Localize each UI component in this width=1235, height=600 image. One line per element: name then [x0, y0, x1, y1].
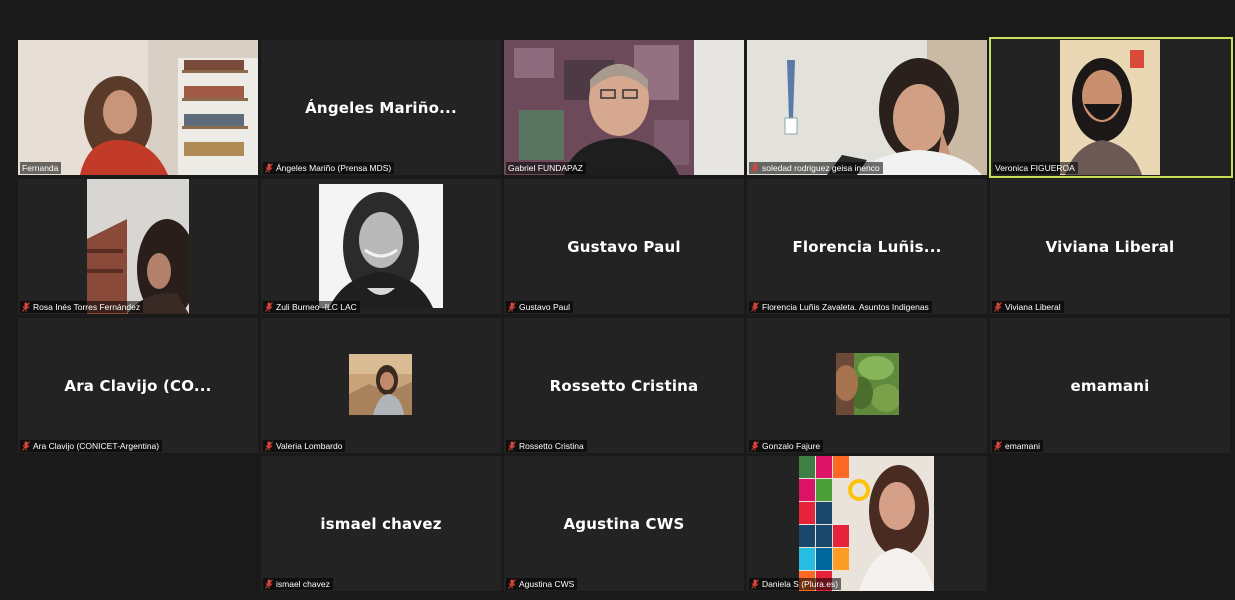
participant-tile[interactable]: Valeria Lombardo: [261, 318, 501, 453]
muted-mic-icon: [751, 302, 759, 312]
video-gallery-grid: Fernanda Ángeles Mariño... Ángeles Mariñ…: [0, 0, 1235, 600]
participant-name-label: ismael chavez: [263, 578, 333, 590]
participant-tile[interactable]: Viviana Liberal Viviana Liberal: [990, 179, 1230, 314]
participant-tile[interactable]: Fernanda: [18, 40, 258, 175]
participant-video-feed: [504, 40, 744, 175]
participant-name-label: Valeria Lombardo: [263, 440, 346, 452]
participant-name-label: Gonzalo Fajure: [749, 440, 824, 452]
muted-mic-icon: [508, 579, 516, 589]
participant-tile[interactable]: Gabriel FUNDAPAZ: [504, 40, 744, 175]
participant-display-name: Florencia Luñis...: [792, 237, 942, 256]
muted-mic-icon: [265, 302, 273, 312]
muted-mic-icon: [508, 302, 516, 312]
participant-display-name: Rossetto Cristina: [549, 376, 699, 395]
participant-video-feed: [747, 40, 987, 175]
participant-display-name: emamani: [1070, 376, 1150, 395]
participant-profile-photo: [319, 184, 443, 308]
participant-tile-active-speaker[interactable]: Veronica FIGUEROA: [989, 37, 1233, 178]
participant-tile[interactable]: Rosa Inés Torres Fernández: [18, 179, 258, 314]
participant-video-feed: [18, 40, 258, 175]
participant-name-label: Gustavo Paul: [506, 301, 574, 313]
participant-name-label: Fernanda: [20, 162, 62, 174]
participant-name-label: Veronica FIGUEROA: [993, 162, 1078, 174]
muted-mic-icon: [751, 441, 759, 451]
participant-display-name: ismael chavez: [320, 514, 442, 533]
participant-display-name: Ara Clavijo (CO...: [64, 376, 212, 395]
participant-tile[interactable]: Ángeles Mariño... Ángeles Mariño (Prensa…: [261, 40, 501, 175]
participant-tile[interactable]: Gonzalo Fajure: [747, 318, 987, 453]
participant-tile[interactable]: Daniela S (Plura.es): [747, 456, 987, 591]
muted-mic-icon: [22, 441, 30, 451]
participant-name-label: emamani: [992, 440, 1043, 452]
muted-mic-icon: [265, 163, 273, 173]
participant-name-label: Viviana Liberal: [992, 301, 1064, 313]
muted-mic-icon: [751, 579, 759, 589]
participant-name-label: Gabriel FUNDAPAZ: [506, 162, 586, 174]
muted-mic-icon: [751, 163, 759, 173]
participant-name-label: Zuli Burneo -ILC LAC: [263, 301, 360, 313]
participant-display-name: Ángeles Mariño...: [305, 98, 457, 117]
participant-tile[interactable]: Agustina CWS Agustina CWS: [504, 456, 744, 591]
participant-tile[interactable]: soledad rodriguez geisa inenco: [747, 40, 987, 175]
muted-mic-icon: [22, 302, 30, 312]
participant-display-name: Gustavo Paul: [567, 237, 681, 256]
participant-profile-photo: [799, 456, 934, 591]
participant-name-label: Ángeles Mariño (Prensa MDS): [263, 162, 395, 174]
participant-video-feed: [87, 179, 189, 314]
muted-mic-icon: [994, 441, 1002, 451]
participant-tile[interactable]: ismael chavez ismael chavez: [261, 456, 501, 591]
participant-tile[interactable]: Ara Clavijo (CO... Ara Clavijo (CONICET-…: [18, 318, 258, 453]
participant-tile[interactable]: Gustavo Paul Gustavo Paul: [504, 179, 744, 314]
participant-display-name: Agustina CWS: [563, 514, 685, 533]
muted-mic-icon: [265, 579, 273, 589]
participant-tile[interactable]: Florencia Luñis... Florencia Luñis Zaval…: [747, 179, 987, 314]
participant-name-label: Agustina CWS: [506, 578, 578, 590]
participant-name-label: Ara Clavijo (CONICET-Argentina): [20, 440, 163, 452]
participant-tile[interactable]: Zuli Burneo -ILC LAC: [261, 179, 501, 314]
participant-display-name: Viviana Liberal: [1045, 237, 1175, 256]
participant-profile-photo: [349, 354, 412, 415]
participant-tile[interactable]: Rossetto Cristina Rossetto Cristina: [504, 318, 744, 453]
participant-name-label: Rossetto Cristina: [506, 440, 587, 452]
participant-name-label: soledad rodriguez geisa inenco: [749, 162, 883, 174]
muted-mic-icon: [994, 302, 1002, 312]
muted-mic-icon: [265, 441, 273, 451]
participant-name-label: Rosa Inés Torres Fernández: [20, 301, 144, 313]
participant-name-label: Daniela S (Plura.es): [749, 578, 842, 590]
participant-tile[interactable]: emamani emamani: [990, 318, 1230, 453]
participant-name-label: Florencia Luñis Zavaleta. Asuntos Indige…: [749, 301, 932, 313]
participant-profile-photo: [836, 353, 899, 415]
muted-mic-icon: [508, 441, 516, 451]
participant-video-feed: [1060, 40, 1160, 175]
